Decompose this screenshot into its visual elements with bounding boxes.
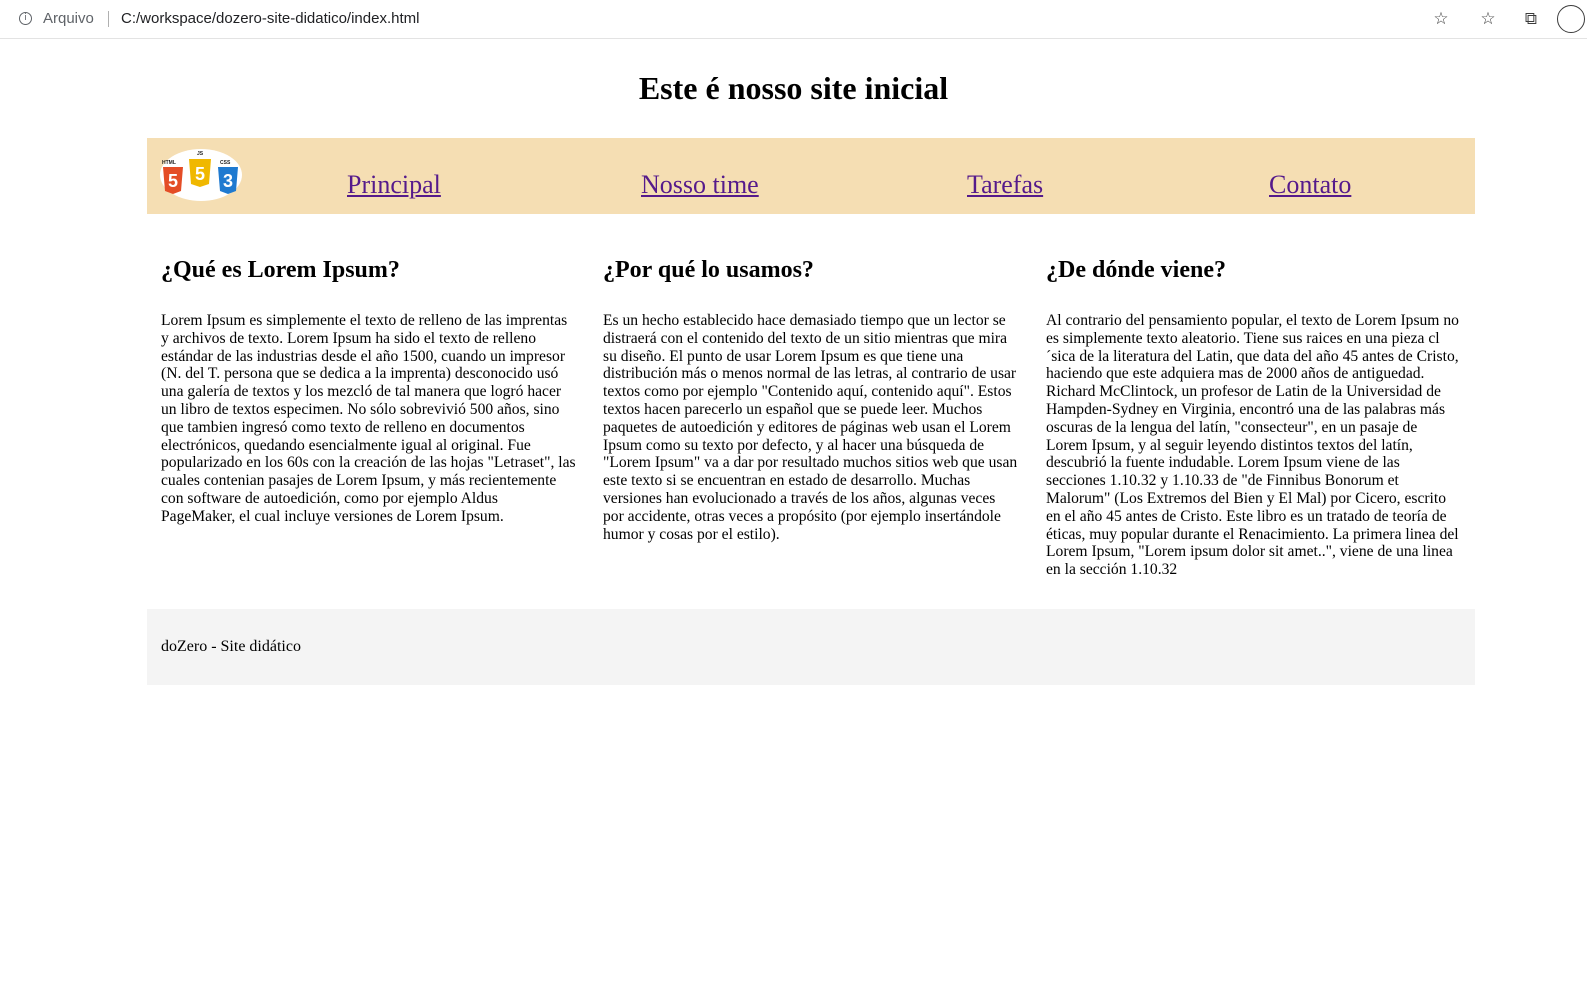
content-column-3: ¿De dónde viene? Al contrario del pensam… (1046, 256, 1461, 579)
address-bar: i Arquivo C:/workspace/dozero-site-didat… (0, 0, 1587, 39)
info-icon[interactable]: i (19, 12, 32, 25)
logo-js-number: 5 (195, 164, 205, 184)
column-heading: ¿Por qué lo usamos? (603, 257, 814, 283)
html-js-css-logo-icon: HTML JS CSS 5 5 3 (160, 149, 242, 201)
star-add-icon[interactable]: ☆ (1430, 8, 1452, 30)
nav-link-tarefas[interactable]: Tarefas (967, 170, 1043, 200)
address-separator (108, 11, 109, 27)
content-column-2: ¿Por qué lo usamos? Es un hecho establec… (603, 256, 1018, 543)
logo-css-label: CSS (220, 160, 231, 166)
nav-link-contato[interactable]: Contato (1269, 170, 1351, 200)
url-field[interactable]: C:/workspace/dozero-site-didatico/index.… (121, 10, 419, 27)
column-heading: ¿De dónde viene? (1046, 257, 1226, 283)
logo-html-number: 5 (168, 171, 178, 191)
profile-icon[interactable] (1557, 5, 1585, 33)
nav-link-principal[interactable]: Principal (347, 170, 441, 200)
content-column-1: ¿Qué es Lorem Ipsum? Lorem Ipsum es simp… (161, 256, 576, 526)
page-title: Este é nosso site inicial (638, 70, 949, 106)
footer-text: doZero - Site didático (161, 638, 301, 655)
logo-css-number: 3 (223, 171, 233, 191)
footer: doZero - Site didático (147, 609, 1475, 685)
column-text: Al contrario del pensamiento popular, el… (1046, 312, 1459, 579)
nav-link-nosso-time[interactable]: Nosso time (641, 170, 759, 200)
logo-js-label: JS (197, 151, 204, 157)
protocol-label[interactable]: Arquivo (43, 10, 94, 27)
nav-bar: HTML JS CSS 5 5 3 Principal Nosso time T… (147, 138, 1475, 214)
column-heading: ¿Qué es Lorem Ipsum? (161, 257, 400, 283)
column-text: Lorem Ipsum es simplemente el texto de r… (161, 312, 576, 525)
collections-icon[interactable]: ⧉ (1520, 8, 1542, 30)
column-text: Es un hecho establecido hace demasiado t… (603, 312, 1018, 543)
logo-html-label: HTML (162, 160, 176, 166)
favorites-icon[interactable]: ☆ (1477, 8, 1499, 30)
